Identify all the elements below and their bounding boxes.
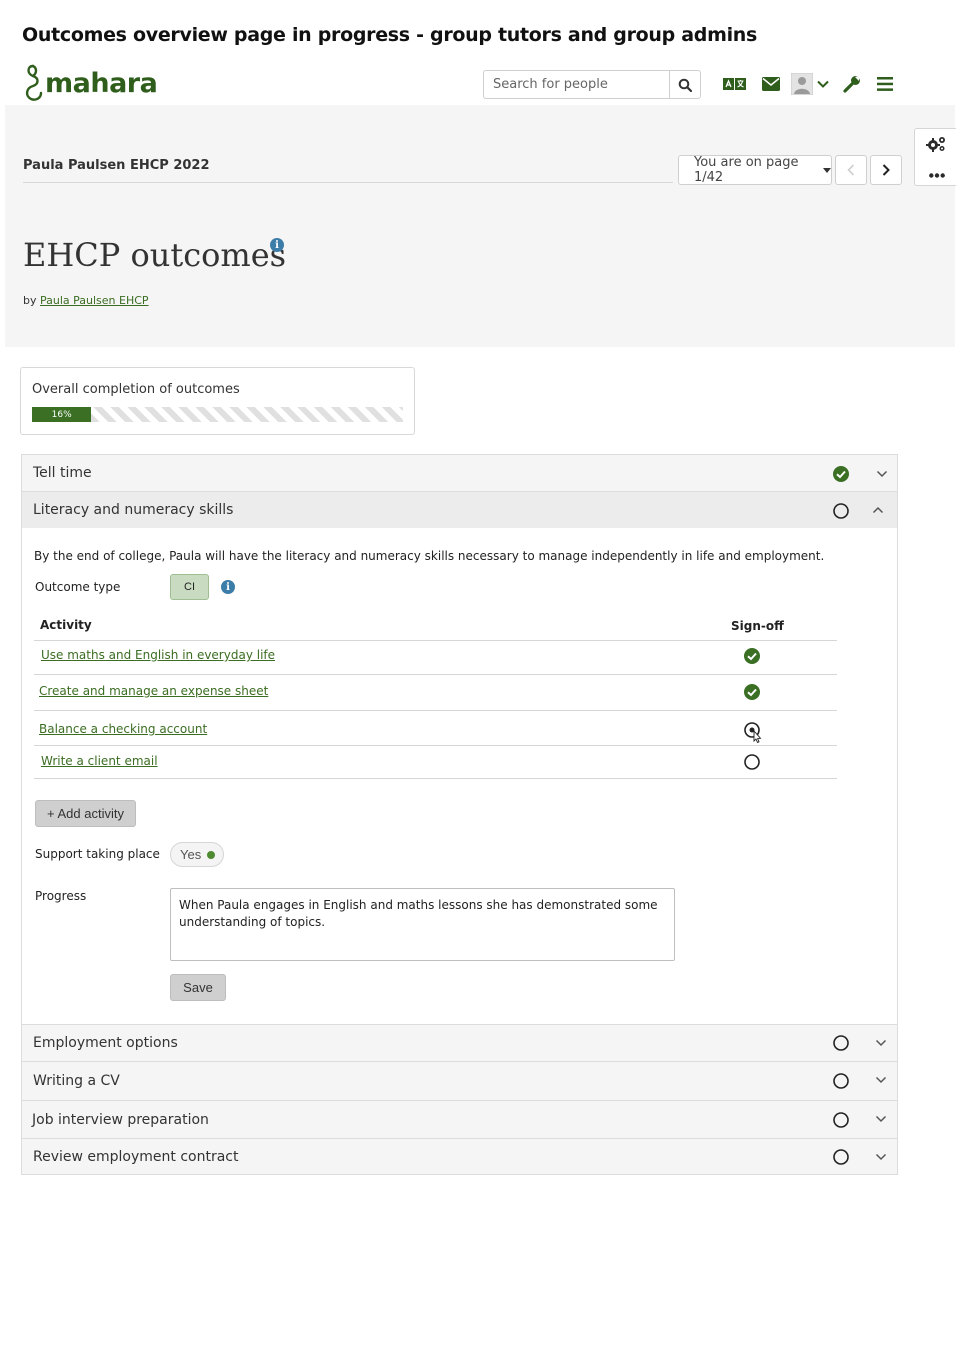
menu-icon <box>877 77 893 91</box>
empty-circle-icon <box>833 1073 849 1089</box>
chevron-down-icon <box>875 1115 887 1123</box>
outcome-type-info-icon[interactable]: i <box>221 580 235 594</box>
outcome-title: Job interview preparation <box>32 1112 209 1128</box>
search-button[interactable] <box>669 70 701 99</box>
row-divider <box>34 710 837 711</box>
byline: by Paula Paulsen EHCP <box>23 294 149 307</box>
more-options-button[interactable] <box>929 165 945 183</box>
signed-off-check-icon[interactable] <box>744 684 760 700</box>
outcome-type-label: Outcome type <box>35 580 121 594</box>
page-title-text: EHCP outcomes <box>23 236 287 274</box>
support-toggle[interactable]: Yes <box>170 842 224 867</box>
outcome-description: By the end of college, Paula will have t… <box>34 549 825 563</box>
row-divider <box>34 640 837 641</box>
next-page-button[interactable] <box>870 155 902 185</box>
chevron-down-icon <box>876 470 888 478</box>
author-link[interactable]: Paula Paulsen EHCP <box>40 294 149 307</box>
signed-off-check-icon[interactable] <box>744 648 760 664</box>
wrench-icon <box>843 76 860 93</box>
chevron-down-icon <box>875 1039 887 1047</box>
support-value: Yes <box>180 847 202 862</box>
mahara-logo-icon <box>25 64 43 101</box>
outcome-review-contract[interactable]: Review employment contract <box>21 1138 898 1175</box>
completion-progress-fill: 16% <box>32 407 92 422</box>
page-title: EHCP outcomes <box>23 236 286 274</box>
activity-link[interactable]: Use maths and English in everyday life <box>41 648 275 662</box>
logo-text: mahara <box>45 67 158 99</box>
chevron-left-icon <box>847 164 855 176</box>
user-avatar-icon <box>791 73 813 95</box>
status-dot <box>207 850 216 859</box>
progress-textarea[interactable]: When Paula engages in English and maths … <box>170 888 675 961</box>
activity-link[interactable]: Write a client email <box>41 754 158 768</box>
row-divider <box>34 778 837 779</box>
search-input[interactable] <box>483 70 669 99</box>
mahara-logo[interactable]: mahara <box>23 64 158 102</box>
outcome-title: Employment options <box>33 1035 178 1051</box>
activity-column-header: Activity <box>40 618 92 632</box>
ellipsis-icon <box>929 173 945 178</box>
previous-page-button[interactable] <box>835 155 867 185</box>
screenshot-caption: Outcomes overview page in progress - gro… <box>22 24 758 46</box>
outcome-literacy-numeracy[interactable]: Literacy and numeracy skills <box>21 491 898 529</box>
chevron-up-icon <box>872 506 884 514</box>
hover-circle-icon[interactable] <box>744 722 768 744</box>
outcome-job-interview[interactable]: Job interview preparation <box>21 1100 898 1139</box>
chevron-down-icon <box>875 1076 887 1084</box>
support-label: Support taking place <box>35 847 160 861</box>
search-icon <box>678 78 692 92</box>
caret-down-icon <box>823 167 831 173</box>
activity-link[interactable]: Create and manage an expense sheet <box>39 684 268 698</box>
outcome-tell-time[interactable]: Tell time <box>21 454 898 492</box>
page-selector-dropdown[interactable]: You are on page 1/42 <box>678 155 832 185</box>
completion-label: Overall completion of outcomes <box>32 382 240 397</box>
chevron-right-icon <box>882 164 890 176</box>
inbox-button[interactable] <box>760 72 782 96</box>
by-prefix: by <box>23 294 37 307</box>
empty-circle-icon <box>833 1149 849 1165</box>
outcome-title: Writing a CV <box>33 1073 120 1089</box>
empty-circle-icon <box>833 1035 849 1051</box>
add-activity-button[interactable]: + Add activity <box>35 800 136 827</box>
outcome-writing-cv[interactable]: Writing a CV <box>21 1061 898 1101</box>
outcome-title: Literacy and numeracy skills <box>33 502 234 518</box>
info-icon[interactable]: i <box>270 238 284 252</box>
page-selector-label: You are on page 1/42 <box>694 155 799 185</box>
gears-icon <box>926 137 945 152</box>
overall-completion-block: Overall completion of outcomes 16% <box>20 367 415 435</box>
completion-progress-bar: 16% <box>32 407 403 422</box>
mail-icon <box>762 77 780 91</box>
row-divider <box>34 674 837 675</box>
collection-title: Paula Paulsen EHCP 2022 <box>23 158 210 173</box>
chevron-down-icon <box>875 1153 887 1161</box>
outcome-title: Tell time <box>33 465 92 481</box>
language-icon <box>723 78 746 90</box>
chevron-down-icon <box>817 80 829 88</box>
divider <box>23 182 673 183</box>
language-button[interactable] <box>722 72 748 96</box>
outcome-detail-panel: By the end of college, Paula will have t… <box>21 528 898 1024</box>
admin-tools-button[interactable] <box>841 72 863 96</box>
progress-label: Progress <box>35 889 87 903</box>
configure-button[interactable] <box>925 135 947 158</box>
row-divider <box>34 745 837 746</box>
main-menu-button[interactable] <box>874 72 896 96</box>
outcome-employment-options[interactable]: Employment options <box>21 1024 898 1062</box>
people-search <box>483 70 701 99</box>
user-menu-button[interactable] <box>790 72 830 96</box>
save-button[interactable]: Save <box>170 974 226 1001</box>
outcome-title: Review employment contract <box>33 1149 239 1165</box>
outcome-type-badge: CI <box>170 574 209 600</box>
check-circle-icon <box>833 466 849 482</box>
empty-circle-icon[interactable] <box>744 754 760 770</box>
empty-circle-icon <box>833 1112 849 1128</box>
empty-circle-icon <box>833 503 849 519</box>
page-tools <box>914 128 956 186</box>
activity-link[interactable]: Balance a checking account <box>39 722 207 736</box>
signoff-column-header: Sign-off <box>731 619 784 633</box>
page-header: Paula Paulsen EHCP 2022 You are on page … <box>5 105 955 347</box>
